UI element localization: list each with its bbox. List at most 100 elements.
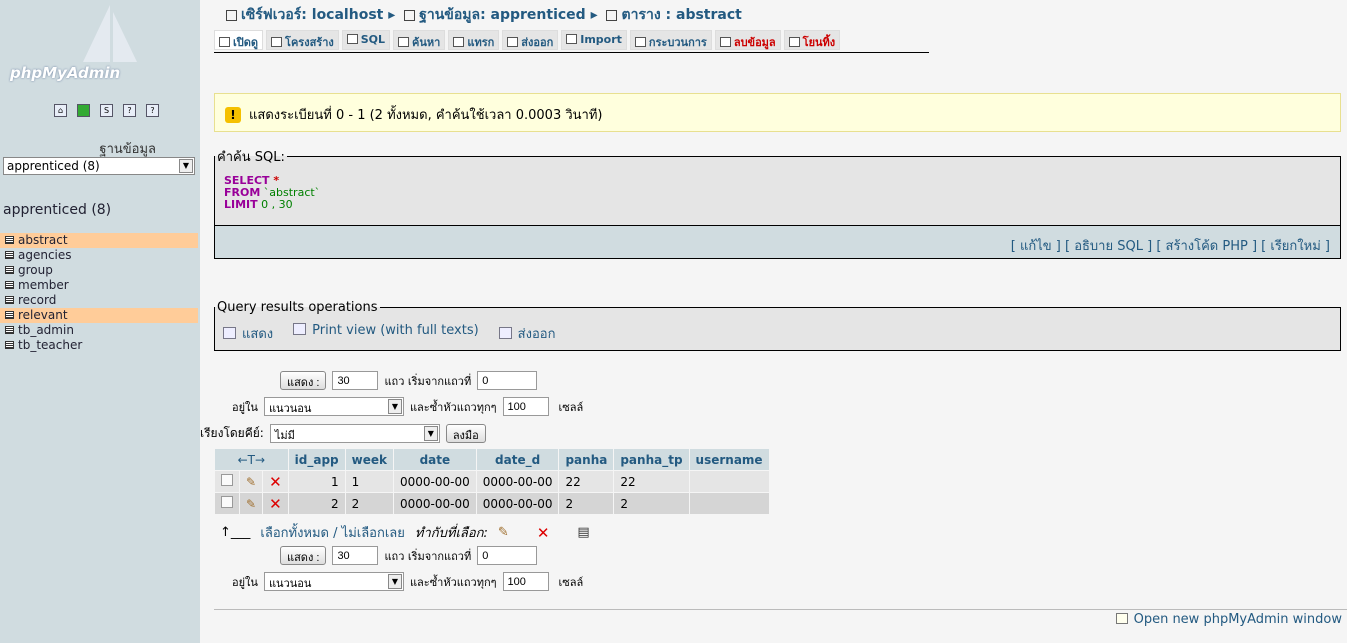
table-row: ✎ ✕ 2 2 0000-00-00 0000-00-00 2 2 — [215, 493, 769, 514]
export-selected-icon[interactable]: ▤ — [577, 525, 589, 540]
chevron-down-icon: ▼ — [179, 159, 193, 173]
tab-8[interactable]: ลบข้อมูล — [714, 30, 781, 50]
column-header[interactable]: date_d — [476, 449, 559, 470]
chevron-down-icon: ▼ — [387, 574, 402, 589]
display-mode-select[interactable]: แนวนอน ▼ — [263, 397, 404, 416]
table-cell: 1 — [345, 471, 393, 492]
table-cell: 22 — [614, 471, 689, 492]
show-button[interactable]: แสดง : — [280, 371, 327, 390]
server-icon — [226, 9, 237, 21]
tab-6[interactable]: Import — [561, 30, 627, 50]
sql-link[interactable]: แก้ไข — [1020, 239, 1052, 254]
go-button[interactable]: ลงมือ — [445, 424, 486, 443]
column-arrows[interactable]: ←T→ — [215, 449, 288, 470]
table-icon — [606, 9, 618, 21]
sql-link[interactable]: เรียกใหม่ — [1270, 239, 1320, 254]
edit-icon[interactable]: ✎ — [240, 471, 263, 492]
divider — [214, 609, 1347, 610]
home-icon[interactable]: ⌂ — [54, 104, 67, 117]
start-row-input-bottom[interactable] — [477, 546, 538, 565]
sidebar-table-item[interactable]: abstract — [0, 233, 198, 248]
nav-top-row1: แสดง : แถว เริ่มจากแถวที่ — [280, 371, 538, 390]
sql-text: SELECT * FROM `abstract` LIMIT 0 , 30 — [224, 174, 321, 211]
open-new-window-link[interactable]: Open new phpMyAdmin window — [1115, 612, 1342, 627]
breadcrumb-table[interactable]: ตาราง : abstract — [621, 7, 741, 23]
sql-query-icon[interactable]: S — [100, 104, 113, 117]
results-table: ←T→ id_app week date date_d panha panha_tp user… — [214, 448, 770, 515]
repeat-header-input-bottom[interactable] — [502, 572, 549, 591]
tab-4[interactable]: แทรก — [448, 30, 500, 50]
tab-icon — [271, 37, 283, 47]
tab-3[interactable]: ค้นหา — [393, 30, 446, 50]
database-title[interactable]: apprenticed (8) — [3, 202, 111, 218]
nav-bottom-row2: อยู่ใน แนวนอน▼ และซ้ำหัวแถวทุกๆ เซลล์ — [232, 572, 583, 591]
print-icon — [223, 327, 236, 339]
delete-icon[interactable]: ✕ — [263, 471, 288, 492]
nav-bottom-row1: แสดง : แถว เริ่มจากแถวที่ — [280, 546, 538, 565]
database-select[interactable]: apprenticed (8) ▼ — [3, 157, 195, 175]
database-icon — [404, 9, 416, 21]
tab-icon — [219, 37, 230, 47]
exit-icon[interactable] — [77, 104, 90, 117]
arrow-up-icon: ↑___ — [220, 525, 251, 540]
rows-input-bottom[interactable] — [332, 546, 379, 565]
sidebar-table-item[interactable]: tb_admin — [0, 323, 198, 338]
column-header[interactable]: username — [689, 449, 769, 470]
delete-icon[interactable]: ✕ — [263, 493, 288, 514]
tab-7[interactable]: กระบวนการ — [629, 30, 712, 50]
sort-key-select[interactable]: ไม่มี ▼ — [269, 424, 440, 443]
rows-input[interactable] — [332, 371, 379, 390]
info-icon: ! — [225, 107, 241, 123]
sidebar-table-item[interactable]: member — [0, 278, 198, 293]
sidebar-table-item[interactable]: agencies — [0, 248, 198, 263]
repeat-header-input[interactable] — [502, 397, 549, 416]
tab-icon — [634, 37, 646, 47]
sql-link[interactable]: สร้างโค้ด PHP — [1166, 239, 1248, 254]
table-icon — [5, 326, 14, 334]
column-header[interactable]: id_app — [288, 449, 345, 470]
table-cell — [689, 493, 769, 514]
start-row-input[interactable] — [477, 371, 538, 390]
column-header[interactable]: date — [393, 449, 476, 470]
table-cell: 0000-00-00 — [476, 493, 559, 514]
tab-5[interactable]: ส่งออก — [502, 30, 559, 50]
sidebar-table-item[interactable]: record — [0, 293, 198, 308]
table-cell: 2 — [559, 493, 614, 514]
sidebar-table-item[interactable]: group — [0, 263, 198, 278]
column-header[interactable]: week — [345, 449, 393, 470]
print-full-link[interactable]: Print view (with full texts) — [293, 323, 479, 344]
docs-icon[interactable]: ? — [123, 104, 136, 117]
edit-icon[interactable]: ✎ — [240, 493, 263, 514]
row-checkbox[interactable] — [221, 496, 233, 508]
column-header[interactable]: panha — [559, 449, 614, 470]
table-cell: 0000-00-00 — [476, 471, 559, 492]
sql-link[interactable]: อธิบาย SQL — [1074, 239, 1143, 254]
table-icon — [5, 251, 14, 259]
sql-docs-icon[interactable]: ? — [146, 104, 159, 117]
print-link[interactable]: แสดง — [223, 323, 273, 344]
nav-top-row2: อยู่ใน แนวนอน▼ และซ้ำหัวแถวทุกๆ เซลล์ — [232, 397, 583, 416]
export-link[interactable]: ส่งออก — [498, 323, 555, 344]
tab-1[interactable]: โครงสร้าง — [266, 30, 339, 50]
delete-selected-icon[interactable]: ✕ — [537, 524, 550, 542]
show-button-bottom[interactable]: แสดง : — [280, 546, 327, 565]
tab-0[interactable]: เปิดดู — [214, 30, 264, 50]
breadcrumb-database[interactable]: ฐานข้อมูล: apprenticed — [419, 7, 586, 23]
tab-icon — [507, 37, 519, 47]
edit-selected-icon[interactable]: ✎ — [498, 525, 509, 540]
table-icon — [5, 311, 14, 319]
breadcrumb-server[interactable]: เซิร์ฟเวอร์: localhost — [241, 7, 383, 23]
phpmyadmin-logo[interactable]: phpMyAdmin — [5, 0, 195, 90]
display-mode-select-bottom[interactable]: แนวนอน ▼ — [263, 572, 404, 591]
tab-9[interactable]: โยนทิ้ง — [783, 30, 841, 50]
sidebar-table-item[interactable]: tb_teacher — [0, 338, 198, 353]
notice-message: ! แสดงระเบียนที่ 0 - 1 (2 ทั้งหมด, คำค้นใ… — [214, 93, 1341, 132]
tab-2[interactable]: SQL — [341, 30, 391, 50]
row-checkbox[interactable] — [221, 474, 233, 486]
tab-icon — [566, 34, 578, 44]
uncheck-all-link[interactable]: ไม่เลือกเลย — [342, 526, 405, 541]
column-header[interactable]: panha_tp — [614, 449, 689, 470]
check-all-link[interactable]: เลือกทั้งหมด — [260, 526, 329, 541]
table-row: ✎ ✕ 1 1 0000-00-00 0000-00-00 22 22 — [215, 471, 769, 492]
sidebar-table-item[interactable]: relevant — [0, 308, 198, 323]
